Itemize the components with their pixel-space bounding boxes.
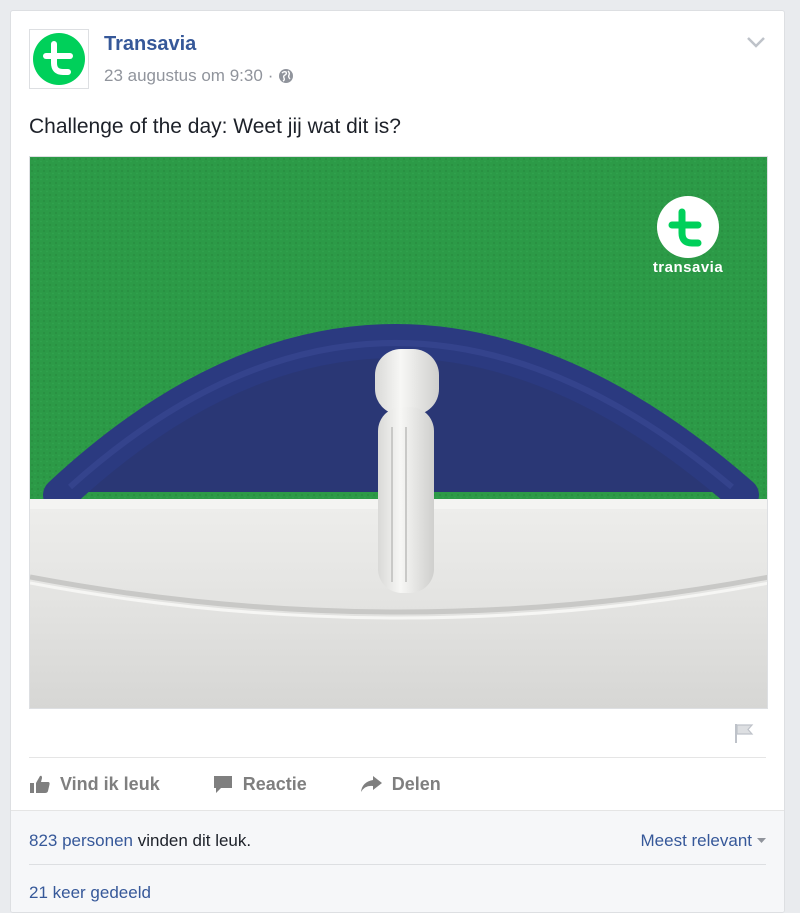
page-avatar[interactable] [29,29,89,89]
photo-brand-label: transavia [652,259,724,276]
page-name-link[interactable]: Transavia [104,33,196,56]
meta-separator: · [267,66,274,85]
footer-divider [29,864,766,865]
post-photo[interactable]: transavia [29,156,768,709]
like-label: Vind ik leuk [60,773,160,794]
comment-sort-dropdown[interactable]: Meest relevant [640,831,766,851]
comment-button[interactable]: Reactie [212,774,307,795]
transavia-logo-icon [33,33,85,85]
globe-icon [279,69,294,83]
action-bar: Vind ik leuk Reactie Delen [29,769,493,799]
like-count-link[interactable]: 823 personen [29,831,133,850]
post-timestamp[interactable]: 23 augustus om 9:30 [104,66,263,86]
flag-icon[interactable] [732,721,756,745]
post-meta: 23 augustus om 9:30 · [104,66,294,86]
post-card: Transavia 23 augustus om 9:30 · Challeng… [10,10,785,913]
thumbs-up-icon [30,775,50,793]
shares-link[interactable]: 21 keer gedeeld [29,883,151,903]
post-footer: 823 personen vinden dit leuk. Meest rele… [11,810,784,912]
chevron-down-icon[interactable] [746,35,766,49]
sort-label: Meest relevant [640,831,753,850]
comment-label: Reactie [242,773,307,794]
share-button[interactable]: Delen [359,774,441,795]
comment-icon [213,776,232,793]
share-icon [360,776,382,792]
like-summary: 823 personen vinden dit leuk. [29,831,251,851]
like-button[interactable]: Vind ik leuk [29,774,160,795]
post-text: Challenge of the day: Weet jij wat dit i… [29,115,401,138]
like-summary-suffix: vinden dit leuk. [132,831,252,850]
caret-down-icon [757,838,766,843]
photo-illustration [30,157,767,708]
divider [29,757,766,758]
share-label: Delen [391,773,441,794]
